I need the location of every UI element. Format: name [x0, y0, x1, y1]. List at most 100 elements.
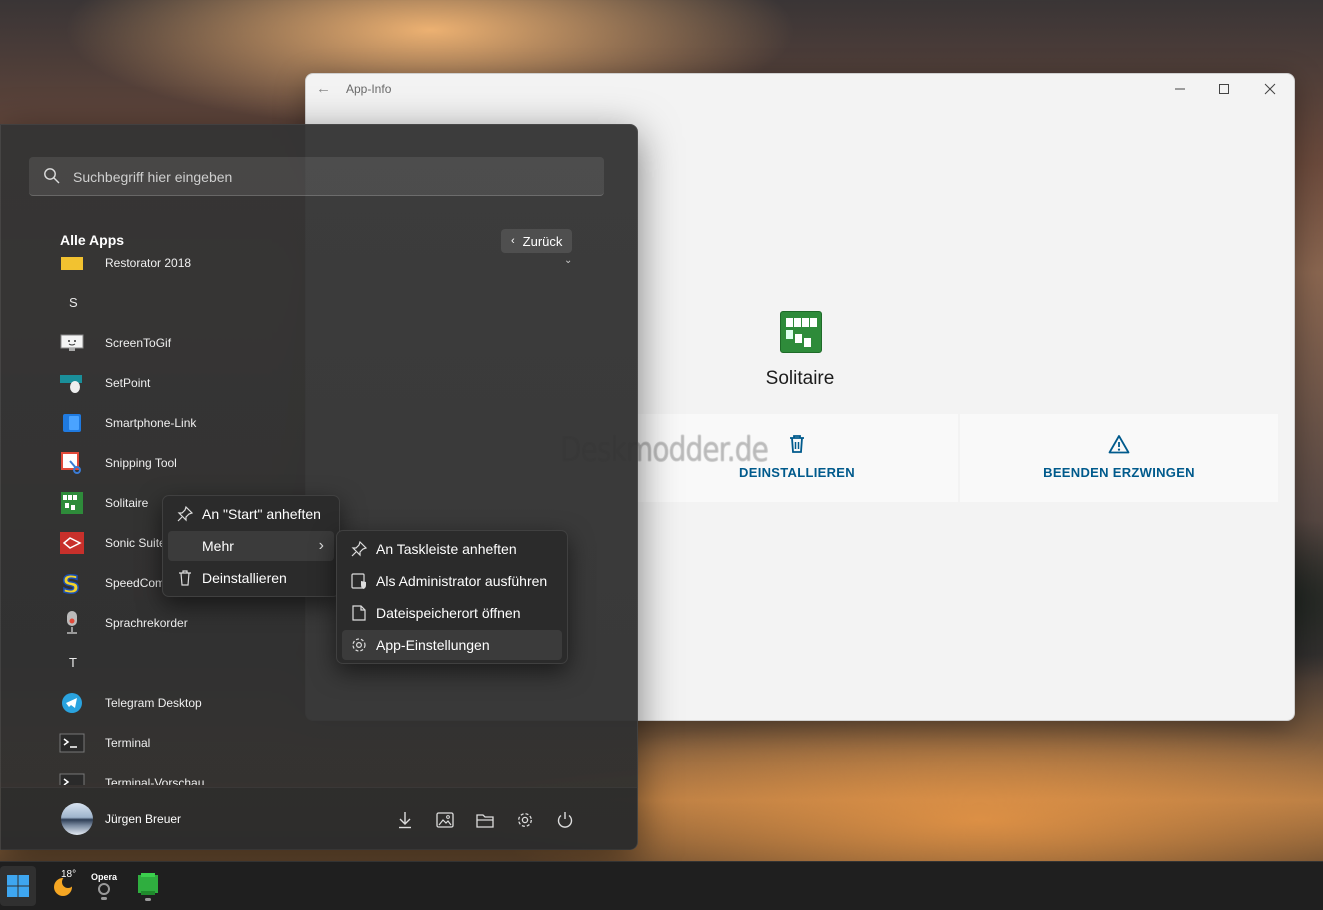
opera-label: Opera — [90, 872, 117, 882]
app-label: Terminal — [105, 736, 151, 750]
opera-taskbar-item[interactable]: Opera — [88, 866, 120, 906]
taskbar: 18° Opera — [0, 861, 1323, 910]
app-label: Solitaire — [105, 496, 149, 510]
start-menu-footer: Jürgen Breuer — [1, 787, 637, 850]
window-title: App-Info — [346, 82, 392, 96]
title-bar: ← App-Info — [306, 74, 1294, 104]
menu-item-label: Als Administrator ausführen — [376, 573, 548, 589]
app-label: Sprachrekorder — [105, 616, 188, 630]
start-menu: Alle Apps ‹ Zurück Restorator 2018 ⌄ S S… — [0, 124, 638, 850]
maximize-button[interactable] — [1204, 78, 1244, 100]
list-item-snipping-tool[interactable]: Snipping Tool — [57, 443, 577, 483]
menu-item-label: An "Start" anheften — [202, 506, 321, 522]
menu-item-pin-start[interactable]: An "Start" anheften — [168, 499, 334, 529]
download-icon — [399, 812, 411, 829]
app-context-menu: An "Start" anheften Mehr › Deinstalliere… — [162, 495, 340, 597]
weather-widget[interactable]: 18° — [44, 866, 84, 906]
avatar[interactable] — [61, 803, 93, 835]
menu-item-uninstall[interactable]: Deinstallieren — [168, 563, 334, 593]
app-label: Terminal-Vorschau — [105, 776, 205, 785]
pin-icon — [177, 506, 193, 522]
windows-logo-icon — [7, 875, 29, 897]
menu-item-run-as-admin[interactable]: Als Administrator ausführen — [342, 566, 562, 596]
chevron-right-icon: › — [318, 537, 324, 554]
force-stop-button[interactable]: BEENDEN ERZWINGEN — [960, 414, 1278, 502]
menu-item-label: Mehr — [202, 538, 234, 554]
all-apps-title: Alle Apps — [60, 232, 125, 248]
user-name[interactable]: Jürgen Breuer — [105, 812, 181, 826]
gear-icon — [352, 638, 366, 652]
weather-temp: 18° — [61, 869, 77, 880]
back-button[interactable]: ‹ Zurück — [501, 229, 572, 253]
maximize-icon — [1219, 84, 1229, 94]
back-arrow-icon[interactable]: ← — [316, 80, 331, 97]
pictures-button[interactable] — [433, 808, 457, 832]
phone-icon — [63, 414, 81, 432]
scroll-chevron-icon[interactable]: ⌄ — [564, 255, 572, 266]
menu-item-more[interactable]: Mehr › — [168, 531, 334, 561]
search-box[interactable] — [29, 157, 604, 197]
settings-button[interactable] — [513, 808, 537, 832]
svg-text:S: S — [62, 570, 80, 596]
minimize-button[interactable] — [1160, 78, 1200, 100]
app-label: ScreenToGif — [105, 336, 172, 350]
folder-icon — [61, 257, 83, 270]
more-submenu: An Taskleiste anheften Als Administrator… — [336, 530, 568, 664]
speedcommander-icon: S — [61, 570, 81, 596]
monitor-icon — [60, 334, 84, 351]
file-icon — [352, 605, 366, 621]
list-item-terminal[interactable]: Terminal — [57, 723, 577, 763]
list-item-setpoint[interactable]: SetPoint — [57, 363, 577, 403]
cards-icon — [786, 318, 817, 347]
active-indicator — [101, 897, 107, 900]
letter-header-t[interactable]: T — [69, 655, 77, 670]
chevron-left-icon: ‹ — [511, 235, 515, 247]
close-button[interactable] — [1250, 78, 1290, 100]
app-label: Telegram Desktop — [105, 696, 202, 710]
app-label: Sonic Suite — [105, 536, 166, 550]
menu-item-open-file-location[interactable]: Dateispeicherort öffnen — [342, 598, 562, 628]
list-item-restorator[interactable]: Restorator 2018 — [57, 255, 577, 283]
minimize-icon — [1175, 88, 1185, 90]
search-input[interactable] — [71, 157, 595, 197]
pin-icon — [351, 541, 367, 557]
menu-item-label: An Taskleiste anheften — [376, 541, 517, 557]
gear-icon — [518, 813, 532, 827]
downloads-button[interactable] — [393, 808, 417, 832]
terminal-icon — [59, 773, 85, 785]
menu-item-label: Dateispeicherort öffnen — [376, 605, 521, 621]
menu-item-label: App-Einstellungen — [376, 637, 490, 653]
microphone-icon — [67, 611, 77, 634]
folder-icon — [476, 814, 494, 828]
shield-icon — [351, 573, 366, 589]
letter-header-s[interactable]: S — [69, 295, 78, 310]
app-label: Restorator 2018 — [105, 256, 192, 270]
menu-item-pin-taskbar[interactable]: An Taskleiste anheften — [342, 534, 562, 564]
app-label: SpeedCom — [105, 576, 166, 590]
trash-icon — [790, 435, 804, 453]
cards-icon — [61, 492, 83, 514]
list-item-telegram[interactable]: Telegram Desktop — [57, 683, 577, 723]
terminal-icon — [59, 733, 85, 753]
list-item-smartphone-link[interactable]: Smartphone-Link — [57, 403, 577, 443]
app-label: Smartphone-Link — [105, 416, 197, 430]
opera-icon — [98, 883, 110, 895]
image-icon — [436, 812, 454, 828]
power-icon — [557, 812, 573, 828]
back-button-label: Zurück — [522, 233, 563, 249]
menu-item-label: Deinstallieren — [202, 570, 287, 586]
power-button[interactable] — [553, 808, 577, 832]
close-icon — [1264, 83, 1276, 95]
search-icon — [44, 168, 60, 184]
solitaire-cards-icon — [138, 872, 158, 895]
list-item-screentogif[interactable]: ScreenToGif — [57, 323, 577, 363]
start-button[interactable] — [0, 866, 36, 906]
warning-icon — [1108, 435, 1130, 454]
file-explorer-button[interactable] — [473, 808, 497, 832]
telegram-icon — [62, 693, 82, 713]
force-stop-label: BEENDEN ERZWINGEN — [1043, 465, 1195, 480]
menu-item-app-settings[interactable]: App-Einstellungen — [342, 630, 562, 660]
solitaire-taskbar-item[interactable] — [132, 866, 164, 906]
list-item-terminal-preview[interactable]: Terminal-Vorschau — [57, 763, 577, 785]
sonic-icon — [60, 532, 84, 554]
